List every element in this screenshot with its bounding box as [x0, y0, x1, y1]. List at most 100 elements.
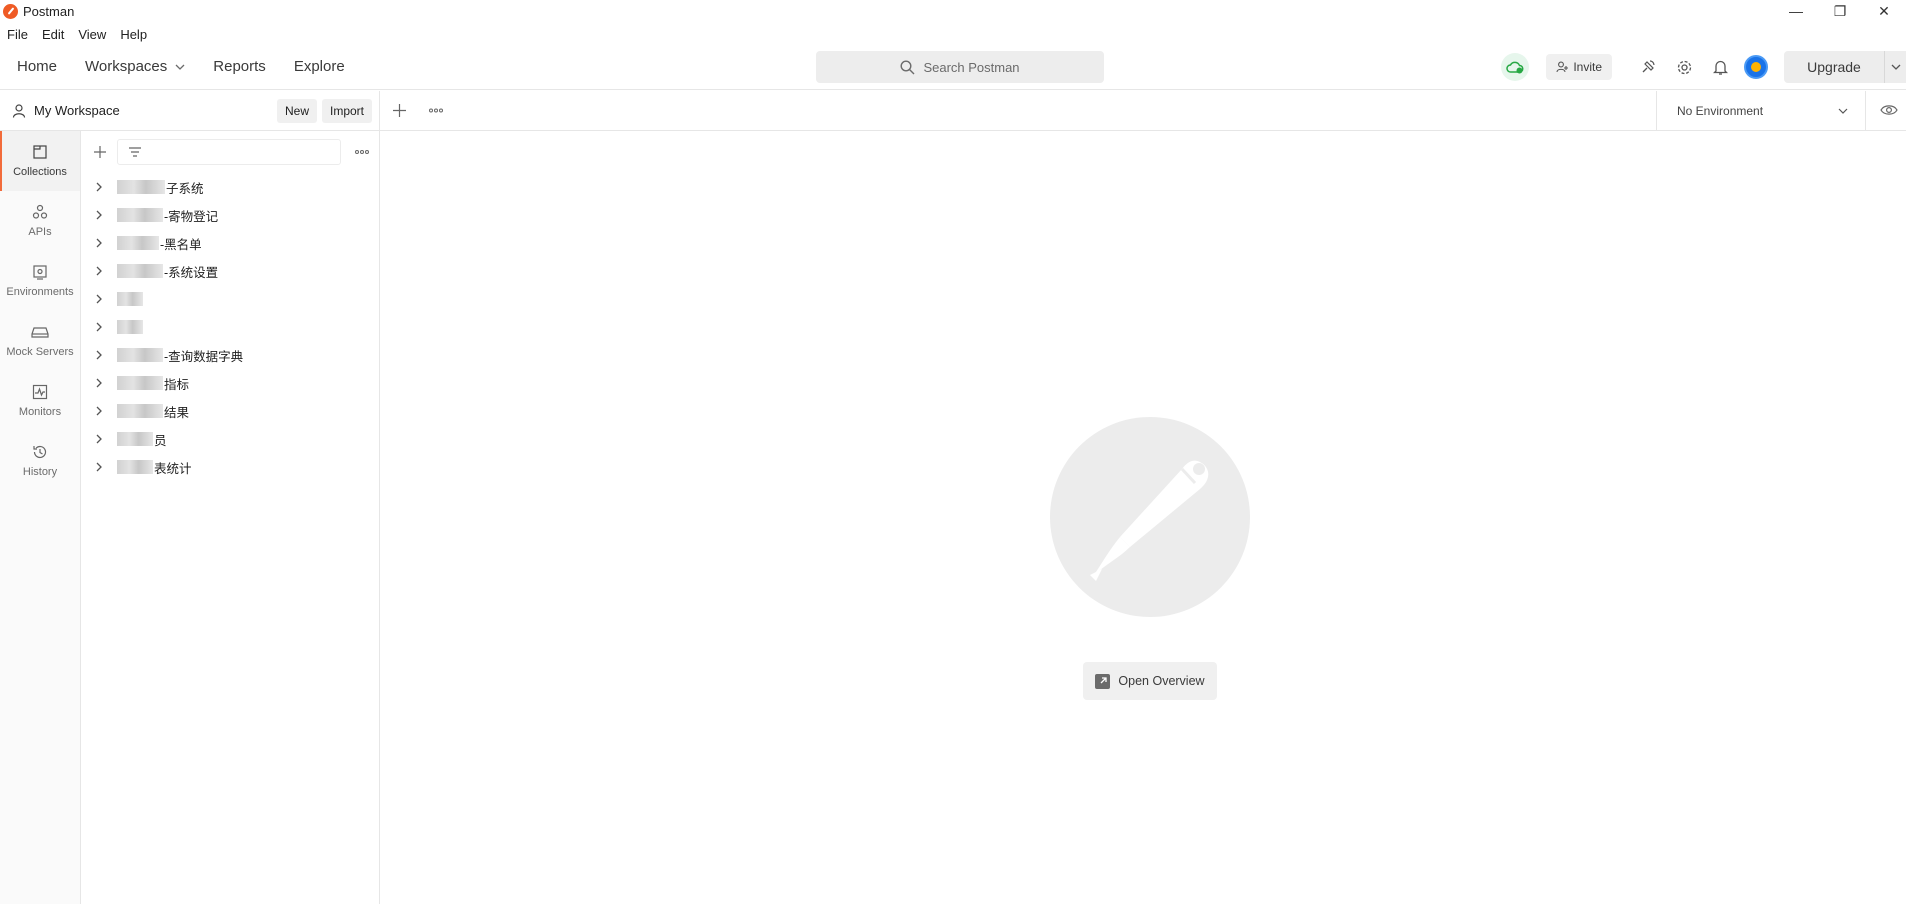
- redacted-text: [117, 460, 153, 474]
- workspace-name[interactable]: My Workspace: [12, 103, 120, 118]
- invite-button[interactable]: Invite: [1546, 54, 1612, 80]
- menu-edit[interactable]: Edit: [35, 27, 71, 42]
- primary-nav: Home Workspaces Reports Explore: [8, 58, 364, 75]
- gear-icon[interactable]: [1666, 51, 1702, 83]
- list-item[interactable]: -黑名单: [81, 229, 380, 257]
- list-item[interactable]: 指标: [81, 369, 380, 397]
- upgrade-dropdown-button[interactable]: [1884, 51, 1906, 83]
- eye-icon[interactable]: [1880, 103, 1898, 117]
- title-bar: Postman — ❐ ✕: [0, 0, 1906, 22]
- import-button[interactable]: Import: [322, 99, 373, 123]
- search-input[interactable]: Search Postman: [816, 51, 1104, 83]
- chevron-right-icon[interactable]: [95, 378, 105, 388]
- tabs-bar: No Environment: [380, 91, 1906, 131]
- list-item[interactable]: 子系统: [81, 173, 380, 201]
- open-overview-button[interactable]: Open Overview: [1083, 662, 1217, 700]
- close-button[interactable]: ✕: [1862, 0, 1906, 22]
- redacted-text: [117, 376, 163, 390]
- collections-filter-input[interactable]: [117, 139, 341, 165]
- mock-servers-icon: [31, 327, 49, 338]
- redacted-text: [117, 264, 163, 278]
- nav-home-label: Home: [17, 58, 58, 75]
- list-item[interactable]: [81, 285, 380, 313]
- collection-name: 表统计: [154, 461, 192, 476]
- collection-name: -系统设置: [164, 265, 219, 280]
- chevron-right-icon[interactable]: [95, 434, 105, 444]
- redacted-text: [117, 236, 159, 250]
- chevron-right-icon[interactable]: [95, 238, 105, 248]
- nav-workspaces[interactable]: Workspaces: [76, 58, 194, 75]
- more-icon[interactable]: [354, 147, 370, 157]
- collections-list: 子系统 -寄物登记 -黑名单 -系统设置 -查询数据字典 指标 结果 员 表统计: [81, 173, 380, 481]
- plus-icon[interactable]: [392, 103, 407, 118]
- menu-file[interactable]: File: [0, 27, 35, 42]
- redacted-text: [117, 208, 163, 222]
- sidebar-item-history[interactable]: History: [0, 431, 80, 491]
- main-content: Open Overview: [380, 131, 1906, 904]
- open-overview-label: Open Overview: [1118, 674, 1205, 688]
- collections-filter-field[interactable]: [148, 145, 328, 159]
- sidebar-item-mock-servers[interactable]: Mock Servers: [0, 311, 80, 371]
- restore-button[interactable]: ❐: [1818, 0, 1862, 22]
- chevron-right-icon[interactable]: [95, 266, 105, 276]
- sidebar-item-apis[interactable]: APIs: [0, 191, 80, 251]
- window-title: Postman: [23, 3, 75, 19]
- bell-icon[interactable]: [1702, 51, 1738, 83]
- filter-icon: [129, 147, 141, 157]
- list-item[interactable]: -系统设置: [81, 257, 380, 285]
- workspace-name-label: My Workspace: [34, 103, 120, 118]
- header-actions: Invite Upgrade: [1501, 51, 1906, 83]
- collections-toolbar: [81, 139, 380, 165]
- chevron-right-icon[interactable]: [95, 406, 105, 416]
- collection-name: -查询数据字典: [164, 349, 244, 364]
- chevron-right-icon[interactable]: [95, 350, 105, 360]
- nav-home[interactable]: Home: [8, 58, 66, 75]
- history-icon: [33, 445, 47, 459]
- avatar[interactable]: [1744, 55, 1768, 79]
- user-icon: [12, 103, 26, 118]
- list-item[interactable]: -查询数据字典: [81, 341, 380, 369]
- more-icon[interactable]: [428, 103, 444, 118]
- new-button[interactable]: New: [277, 99, 318, 123]
- redacted-text: [117, 292, 143, 306]
- chevron-down-icon: [175, 64, 185, 70]
- sidebar-item-label: Monitors: [18, 406, 62, 418]
- environment-selected: No Environment: [1677, 104, 1764, 118]
- chevron-right-icon[interactable]: [95, 182, 105, 192]
- sidebar-item-label: Environments: [6, 286, 74, 298]
- redacted-text: [117, 348, 163, 362]
- list-item[interactable]: [81, 313, 380, 341]
- collection-name: 结果: [164, 405, 190, 420]
- sync-status-icon[interactable]: [1501, 53, 1530, 81]
- list-item[interactable]: 员: [81, 425, 380, 453]
- redacted-text: [117, 404, 163, 418]
- upgrade-label: Upgrade: [1807, 59, 1861, 75]
- list-item[interactable]: 结果: [81, 397, 380, 425]
- chevron-right-icon[interactable]: [95, 210, 105, 220]
- chevron-right-icon[interactable]: [95, 322, 105, 332]
- workspace-bar: My Workspace New Import: [0, 91, 380, 131]
- list-item[interactable]: 表统计: [81, 453, 380, 481]
- menu-view[interactable]: View: [71, 27, 113, 42]
- list-item[interactable]: -寄物登记: [81, 201, 380, 229]
- chevron-right-icon[interactable]: [95, 294, 105, 304]
- environment-select[interactable]: No Environment: [1656, 91, 1866, 131]
- add-user-icon: [1556, 61, 1569, 73]
- sidebar-item-monitors[interactable]: Monitors: [0, 371, 80, 431]
- redacted-text: [117, 320, 143, 334]
- upgrade-button[interactable]: Upgrade: [1784, 51, 1884, 83]
- plus-icon[interactable]: [93, 145, 107, 159]
- sidebar-item-label: Mock Servers: [6, 346, 74, 358]
- menu-help[interactable]: Help: [113, 27, 154, 42]
- nav-explore[interactable]: Explore: [285, 58, 354, 75]
- menu-bar: File Edit View Help: [0, 24, 154, 44]
- sidebar-item-collections[interactable]: Collections: [0, 131, 80, 191]
- sidebar-item-label: History: [22, 466, 58, 478]
- collection-name: -寄物登记: [164, 209, 219, 224]
- satellite-icon[interactable]: [1630, 51, 1666, 83]
- nav-reports[interactable]: Reports: [204, 58, 275, 75]
- minimize-button[interactable]: —: [1774, 0, 1818, 22]
- chevron-right-icon[interactable]: [95, 462, 105, 472]
- sidebar-item-environments[interactable]: Environments: [0, 251, 80, 311]
- search-placeholder: Search Postman: [923, 59, 1020, 75]
